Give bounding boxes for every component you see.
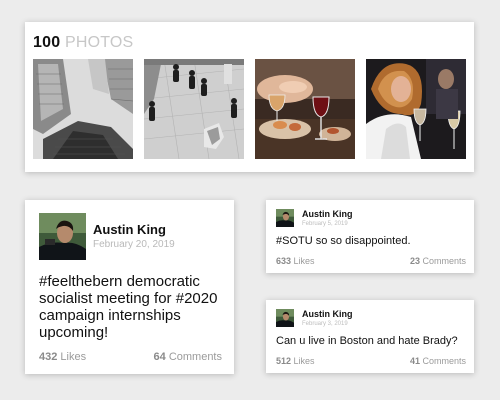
post-date: February 20, 2019 xyxy=(93,239,175,250)
user-avatar-icon xyxy=(276,309,294,327)
post-card: Austin King February 5, 2019 #SOTU so so… xyxy=(266,200,474,273)
comments-number: 64 xyxy=(153,351,166,363)
post-author[interactable]: Austin King xyxy=(302,309,353,319)
comments-label: Comments xyxy=(422,256,466,266)
likes-label: Likes xyxy=(293,256,315,266)
likes-count[interactable]: 432 Likes xyxy=(39,351,86,363)
likes-number: 432 xyxy=(39,351,58,363)
post-text: #SOTU so so disappointed. xyxy=(276,235,411,247)
party-guests-photo-icon xyxy=(366,59,466,159)
photo-thumbnail-dinner[interactable] xyxy=(255,59,355,159)
comments-count[interactable]: 41 Comments xyxy=(410,356,466,366)
likes-number: 512 xyxy=(276,356,292,366)
post-card: Austin King February 3, 2019 Can u live … xyxy=(266,300,474,373)
user-avatar-icon xyxy=(276,209,294,227)
likes-count[interactable]: 512 Likes xyxy=(276,356,315,366)
likes-number: 633 xyxy=(276,256,292,266)
post-author[interactable]: Austin King xyxy=(302,209,353,219)
photo-thumbnail-party[interactable] xyxy=(366,59,466,159)
photos-label: PHOTOS xyxy=(64,34,134,51)
comments-number: 41 xyxy=(409,356,420,366)
user-avatar-icon xyxy=(39,213,86,260)
comments-number: 23 xyxy=(409,256,420,266)
likes-label: Likes xyxy=(293,356,315,366)
skyscrapers-photo-icon xyxy=(33,59,133,159)
photos-count: 100 xyxy=(33,34,61,51)
photos-card: 100 PHOTOS xyxy=(25,22,474,172)
photo-thumbnail-plaza[interactable] xyxy=(144,59,244,159)
post-text: #feelthebern democratic socialist meetin… xyxy=(39,273,218,341)
avatar[interactable] xyxy=(39,213,86,260)
post-date: February 3, 2019 xyxy=(302,321,348,327)
comments-label: Comments xyxy=(168,351,222,363)
dinner-wine-photo-icon xyxy=(255,59,355,159)
avatar[interactable] xyxy=(276,309,294,327)
photo-grid xyxy=(33,59,466,159)
photo-thumbnail-skyscrapers[interactable] xyxy=(33,59,133,159)
comments-count[interactable]: 64 Comments xyxy=(154,351,223,363)
likes-label: Likes xyxy=(60,351,87,363)
avatar[interactable] xyxy=(276,209,294,227)
plaza-walkers-photo-icon xyxy=(144,59,244,159)
post-card: Austin King February 20, 2019 #feelthebe… xyxy=(25,200,234,374)
post-date: February 5, 2019 xyxy=(302,221,348,227)
comments-label: Comments xyxy=(422,356,466,366)
post-text: Can u live in Boston and hate Brady? xyxy=(276,335,458,347)
post-author[interactable]: Austin King xyxy=(93,222,166,237)
comments-count[interactable]: 23 Comments xyxy=(410,256,466,266)
likes-count[interactable]: 633 Likes xyxy=(276,256,315,266)
photos-heading: 100 PHOTOS xyxy=(33,34,133,52)
